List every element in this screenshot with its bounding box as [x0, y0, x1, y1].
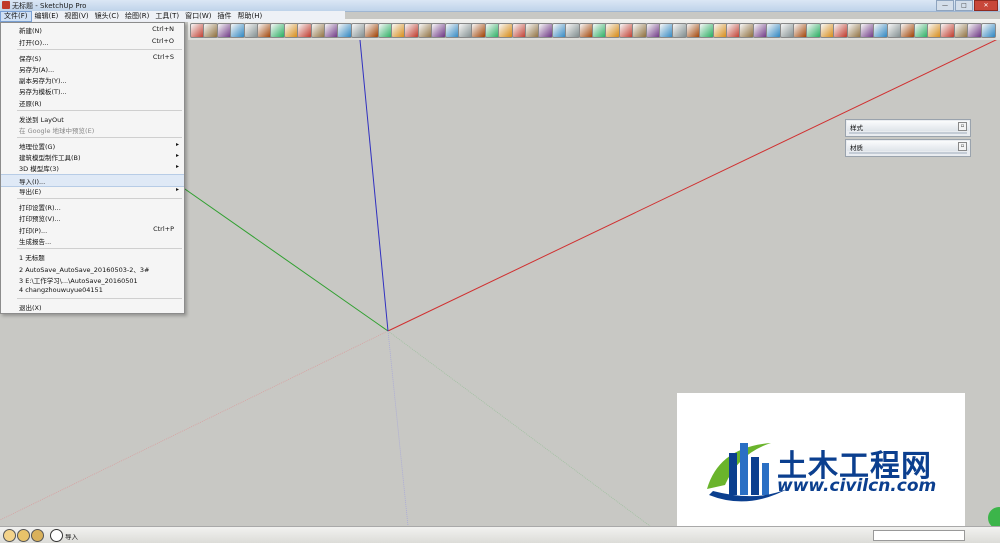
window-controls: — □ ✕	[936, 0, 998, 11]
submenu-arrow-icon: ▸	[175, 163, 179, 170]
menu-item-print[interactable]: 打印(P)... Ctrl+P	[1, 224, 184, 235]
menu-help[interactable]: 帮助(H)	[234, 11, 265, 22]
main-toolbar	[188, 19, 1000, 41]
menu-edit[interactable]: 编辑(E)	[32, 11, 62, 22]
toolbar-tool-icon[interactable]	[699, 23, 715, 38]
toolbar-tool-icon[interactable]	[632, 23, 648, 38]
menu-item-send-to-layout[interactable]: 发送到 LayOut	[1, 113, 184, 124]
menu-separator	[17, 137, 182, 138]
menu-window[interactable]: 窗口(W)	[182, 11, 214, 22]
toolbar-tool-icon[interactable]	[967, 23, 983, 38]
menu-item-save-copy-as[interactable]: 副本另存为(Y)...	[1, 74, 184, 85]
styles-tray[interactable]: 样式 ▫	[845, 119, 971, 137]
help-icon[interactable]	[50, 529, 63, 542]
menu-item-exit[interactable]: 退出(X)	[1, 301, 184, 312]
menu-item-recent-1[interactable]: 1 无标题	[1, 251, 184, 262]
menu-item-export[interactable]: 导出(E) ▸	[1, 185, 184, 196]
red-axis-positive	[387, 40, 997, 332]
menu-item-revert[interactable]: 还原(R)	[1, 97, 184, 108]
menu-item-recent-2[interactable]: 2 AutoSave_AutoSave_20160503-2、3#	[1, 263, 184, 274]
menu-item-print-setup[interactable]: 打印设置(R)...	[1, 201, 184, 212]
measurements-box[interactable]	[873, 530, 965, 541]
menu-separator	[17, 198, 182, 199]
tray-slot	[849, 132, 967, 134]
status-text: 导入	[65, 533, 78, 541]
status-bar: 导入	[0, 526, 1000, 543]
toolbar-tool-icon[interactable]	[980, 23, 996, 38]
menu-item-print-preview[interactable]: 打印预览(V)...	[1, 212, 184, 223]
styles-tray-close-icon[interactable]: ▫	[958, 122, 967, 131]
sketchup-app-icon	[2, 1, 10, 9]
menu-item-recent-3[interactable]: 3 E:\工作学习\...\AutoSave_20160501	[1, 274, 184, 285]
toolbar-tool-icon[interactable]	[565, 23, 581, 38]
file-menu-dropdown: 新建(N) Ctrl+N 打开(O)... Ctrl+O 保存(S) Ctrl+…	[0, 22, 185, 314]
menu-separator	[17, 49, 182, 50]
toolbar-tool-icon[interactable]	[900, 23, 916, 38]
menu-item-geo-location[interactable]: 地理位置(G) ▸	[1, 140, 184, 151]
menu-item-save[interactable]: 保存(S) Ctrl+S	[1, 52, 184, 63]
watermark-overlay: 土木工程网 www.civilcn.com	[677, 393, 965, 539]
menu-view[interactable]: 视图(V)	[61, 11, 91, 22]
menu-camera[interactable]: 镜头(C)	[92, 11, 122, 22]
blue-axis-positive	[359, 40, 389, 332]
close-button[interactable]: ✕	[974, 0, 998, 11]
menu-item-preview-google-earth: 在 Google 地球中预览(E)	[19, 127, 95, 135]
toolbar-tool-icon[interactable]	[766, 23, 782, 38]
toolbar-tool-icon[interactable]	[498, 23, 514, 38]
materials-tray[interactable]: 材质 ▫	[845, 139, 971, 157]
toolbar-tool-icon[interactable]	[297, 23, 313, 38]
menu-item-save-as[interactable]: 另存为(A)...	[1, 63, 184, 74]
tray-slot	[849, 152, 967, 154]
menu-separator	[17, 248, 182, 249]
toolbar-tool-icon[interactable]	[833, 23, 849, 38]
menu-tools[interactable]: 工具(T)	[152, 11, 182, 22]
geo-location-icon[interactable]	[3, 529, 16, 542]
menu-separator	[17, 110, 182, 111]
menu-item-open[interactable]: 打开(O)... Ctrl+O	[1, 36, 184, 47]
menu-item-new[interactable]: 新建(N) Ctrl+N	[1, 24, 184, 35]
menu-draw[interactable]: 绘图(R)	[122, 11, 152, 22]
maximize-button[interactable]: □	[955, 0, 973, 11]
menu-bar: 文件(F) 编辑(E) 视图(V) 镜头(C) 绘图(R) 工具(T) 窗口(W…	[0, 11, 345, 22]
menu-file[interactable]: 文件(F)	[0, 11, 32, 22]
menu-separator	[17, 298, 182, 299]
submenu-arrow-icon: ▸	[175, 141, 179, 148]
toolbar-tool-icon[interactable]	[230, 23, 246, 38]
watermark-en-text: www.civilcn.com	[777, 476, 937, 496]
green-axis-positive	[171, 179, 389, 332]
green-axis-negative	[387, 330, 651, 526]
toolbar-icons	[188, 21, 1000, 38]
red-axis-negative	[0, 330, 389, 521]
menu-item-save-as-template[interactable]: 另存为模板(T)...	[1, 85, 184, 96]
materials-tray-header[interactable]: 材质 ▫	[847, 141, 969, 152]
menu-plugins[interactable]: 插件	[214, 11, 234, 22]
toolbar-tool-icon[interactable]	[431, 23, 447, 38]
styles-tray-title: 样式	[850, 124, 863, 132]
toolbar-tool-icon[interactable]	[364, 23, 380, 38]
submenu-arrow-icon: ▸	[175, 152, 179, 159]
menu-item-generate-report[interactable]: 生成报告...	[1, 235, 184, 246]
blue-axis-negative	[387, 330, 409, 526]
menu-item-recent-4[interactable]: 4 changzhouwuyue04151	[1, 285, 184, 296]
menu-item-building-maker[interactable]: 建筑模型制作工具(B) ▸	[1, 151, 184, 162]
user-icon[interactable]	[31, 529, 44, 542]
materials-tray-title: 材质	[850, 144, 863, 152]
materials-tray-close-icon[interactable]: ▫	[958, 142, 967, 151]
window-title: 无标题 - SketchUp Pro	[12, 2, 87, 10]
styles-tray-header[interactable]: 样式 ▫	[847, 121, 969, 132]
minimize-button[interactable]: —	[936, 0, 954, 11]
menu-item-3d-warehouse[interactable]: 3D 模型库(3) ▸	[1, 162, 184, 173]
credits-icon[interactable]	[17, 529, 30, 542]
submenu-arrow-icon: ▸	[175, 186, 179, 193]
